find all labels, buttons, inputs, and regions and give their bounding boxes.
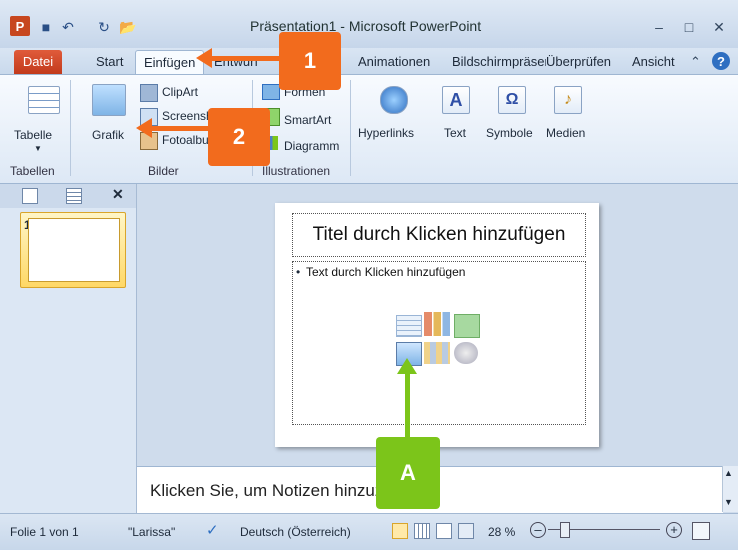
media-button[interactable]: Medien — [546, 126, 585, 140]
chart-button[interactable]: Diagramm — [284, 139, 339, 153]
insert-smartart-icon[interactable] — [454, 314, 480, 338]
status-bar — [0, 513, 738, 550]
callout-2-arrowhead — [136, 118, 152, 138]
fit-to-window-icon[interactable] — [692, 522, 710, 540]
clipart-icon — [140, 84, 158, 102]
scroll-down-icon[interactable]: ▼ — [724, 497, 733, 507]
insert-clipart-icon[interactable] — [424, 342, 450, 364]
screenshot-button[interactable]: Screenshot — [162, 109, 208, 123]
group-separator — [350, 80, 351, 176]
collapse-ribbon-icon[interactable]: ⌃ — [690, 54, 701, 70]
symbol-icon: Ω — [498, 86, 526, 114]
zoom-in-icon[interactable]: + — [666, 522, 682, 538]
picture-icon — [92, 84, 126, 116]
tab-ansicht[interactable]: Ansicht — [624, 50, 683, 74]
maximize-icon[interactable]: □ — [676, 18, 702, 36]
media-icon: ♪ — [554, 86, 582, 114]
callout-2-badge: 2 — [208, 108, 270, 166]
picture-button[interactable]: Grafik — [92, 128, 124, 142]
slide-count-status: Folie 1 von 1 — [10, 525, 79, 539]
scroll-up-icon[interactable]: ▲ — [724, 468, 733, 478]
powerpoint-logo-icon: P — [10, 16, 30, 36]
callout-1-arrowhead — [196, 48, 212, 68]
clipart-button[interactable]: ClipArt — [162, 85, 198, 99]
tab-ueberpruefen[interactable]: Überprüfen — [538, 50, 619, 74]
insert-media-icon[interactable] — [454, 342, 478, 364]
callout-a-badge: A — [376, 437, 440, 509]
zoom-level[interactable]: 28 % — [488, 525, 515, 539]
group-label-illustrationen: Illustrationen — [262, 164, 331, 178]
tab-start[interactable]: Start — [88, 50, 131, 74]
hyperlink-icon — [380, 86, 408, 114]
outline-tab-icon[interactable] — [66, 188, 82, 204]
close-icon[interactable]: ✕ — [706, 18, 732, 36]
group-label-bilder: Bilder — [148, 164, 179, 178]
tab-bildschirmpraesentation[interactable]: Bildschirmpräsentation — [444, 50, 546, 74]
smartart-button[interactable]: SmartArt — [284, 113, 331, 127]
symbols-button[interactable]: Symbole — [486, 126, 533, 140]
redo-icon[interactable]: ↻ — [94, 17, 114, 37]
callout-2-arrow — [150, 126, 210, 131]
zoom-out-icon[interactable]: – — [530, 522, 546, 538]
undo-icon[interactable]: ↶ — [58, 17, 78, 37]
text-icon: A — [442, 86, 470, 114]
help-icon[interactable]: ? — [712, 52, 730, 70]
minimize-icon[interactable]: – — [646, 18, 672, 36]
spellcheck-icon[interactable]: ✓ — [206, 521, 219, 539]
photo-album-button[interactable]: Fotoalbum — [162, 133, 208, 147]
hyperlinks-button[interactable]: Hyperlinks — [358, 126, 414, 140]
theme-status[interactable]: "Larissa" — [128, 525, 175, 539]
shapes-icon — [262, 84, 280, 100]
group-label-tabellen: Tabellen — [10, 164, 55, 178]
insert-chart-icon[interactable] — [424, 312, 450, 336]
slide-sorter-icon[interactable] — [414, 523, 430, 539]
tab-animationen[interactable]: Animationen — [350, 50, 438, 74]
callout-1-arrow — [208, 56, 280, 61]
chevron-down-icon: ▼ — [34, 144, 42, 153]
save-icon[interactable]: ■ — [36, 17, 56, 37]
title-placeholder[interactable]: Titel durch Klicken hinzufügen — [292, 213, 586, 257]
callout-1-badge: 1 — [279, 32, 341, 90]
reading-view-icon[interactable] — [436, 523, 452, 539]
slides-tab-icon[interactable] — [22, 188, 38, 204]
slide-thumbnail-preview — [28, 218, 120, 282]
callout-a-arrowhead — [397, 358, 417, 374]
table-icon — [28, 86, 60, 114]
tab-datei[interactable]: Datei — [14, 50, 62, 74]
group-separator — [70, 80, 71, 176]
language-status[interactable]: Deutsch (Österreich) — [240, 525, 351, 539]
callout-a-arrow — [405, 372, 410, 442]
text-button[interactable]: Text — [444, 126, 466, 140]
content-placeholder-text: Text durch Klicken hinzufügen — [306, 265, 466, 279]
table-button[interactable]: Tabelle — [14, 128, 52, 142]
insert-table-icon[interactable] — [396, 315, 422, 337]
slideshow-icon[interactable] — [458, 523, 474, 539]
tab-einfuegen[interactable]: Einfügen — [135, 50, 205, 75]
close-pane-icon[interactable]: ✕ — [112, 186, 124, 203]
normal-view-icon[interactable] — [392, 523, 408, 539]
open-folder-icon[interactable]: 📂 — [118, 17, 138, 37]
bullet-icon: • — [296, 265, 301, 279]
tab-entwurf[interactable]: Entwurf — [206, 50, 266, 74]
zoom-slider-thumb[interactable] — [560, 522, 570, 538]
